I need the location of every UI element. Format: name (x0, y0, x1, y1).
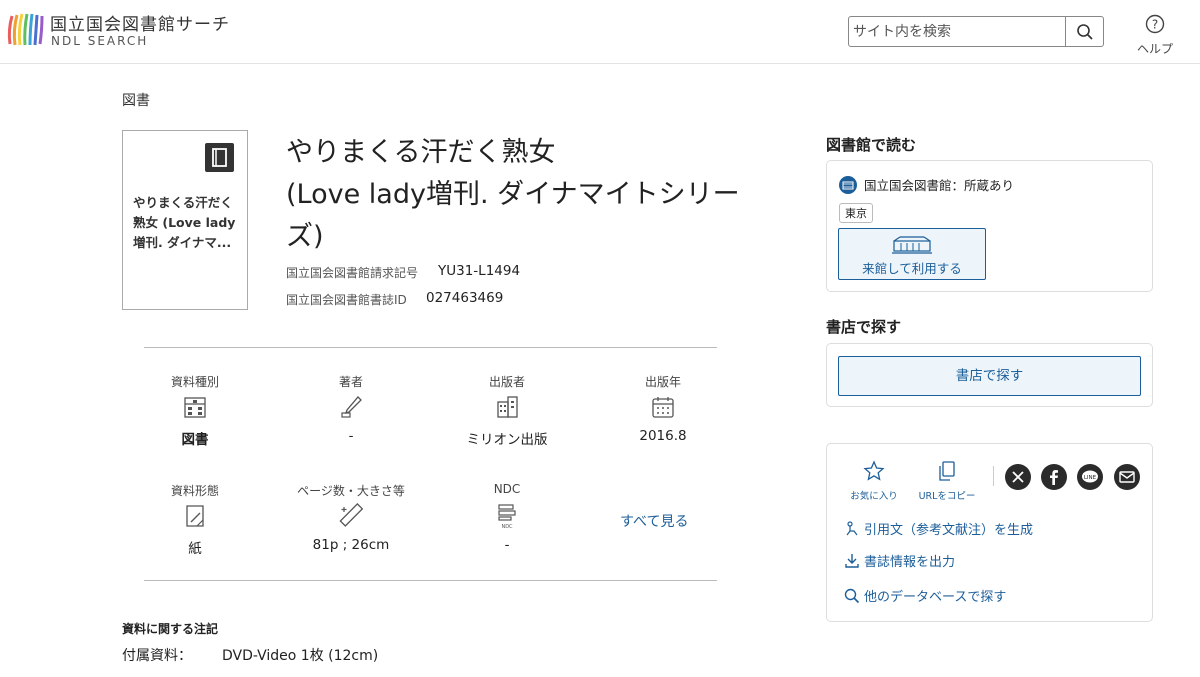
search-button[interactable] (1065, 17, 1103, 46)
detail-pages-size: ページ数・大きさ等 81p ; 26cm (276, 482, 426, 553)
notes-value: DVD-Video 1枚 (12cm) (222, 648, 379, 664)
title-line-1: やりまくる汗だく熟女 (286, 137, 556, 168)
detail-material-type: 資料種別 図書 (120, 373, 270, 448)
copy-icon (939, 461, 955, 481)
detail-author: 著者 - (276, 373, 426, 444)
email-share-button[interactable] (1114, 464, 1140, 490)
ndl-logo-icon[interactable] (6, 10, 46, 50)
svg-text:?: ? (1152, 18, 1158, 32)
bookstore-card: 書店で探す (826, 343, 1153, 407)
generate-citation-label: 引用文（参考文献注）を生成 (864, 523, 1034, 538)
citation-icon (846, 521, 858, 536)
detail-value: ミリオン出版 (466, 432, 548, 448)
site-header: 国立国会図書館サーチ NDL SEARCH ? ヘルプ (0, 0, 1200, 64)
facebook-logo-icon (1050, 470, 1058, 485)
document-icon (186, 505, 204, 527)
detail-label: 資料形態 (170, 484, 219, 498)
line-share-button[interactable]: LINE (1077, 464, 1103, 490)
help-button[interactable]: ? ヘルプ (1132, 14, 1178, 57)
actions-card: お気に入り URLをコピー LINE 引用文（参考文献注）を生成 書誌情報を出力… (826, 443, 1153, 622)
copy-url-label: URLをコピー (918, 491, 976, 502)
mail-icon (1119, 471, 1135, 483)
cover-title: やりまくる汗だく熟女 (Love lady増刊. ダイナマ... (133, 195, 236, 250)
notes-key: 付属資料： (122, 648, 192, 664)
favorite-button[interactable]: お気に入り (842, 460, 906, 502)
detail-label: ページ数・大きさ等 (297, 484, 405, 498)
search-input[interactable] (853, 21, 1063, 43)
book-cover: やりまくる汗だく熟女 (Love lady増刊. ダイナマ... (122, 130, 248, 310)
detail-label: 著者 (338, 375, 363, 389)
export-bibliography-link[interactable]: 書誌情報を出力 (844, 551, 955, 570)
building-icon (184, 397, 206, 418)
detail-publisher: 出版者 ミリオン出版 (432, 373, 582, 448)
help-label: ヘルプ (1136, 42, 1173, 56)
facebook-share-button[interactable] (1041, 464, 1067, 490)
visit-library-label: 来館して利用する (862, 261, 962, 276)
detail-publish-year: 出版年 2016.8 (588, 373, 738, 444)
location-tag: 東京 (839, 203, 873, 223)
call-number-label: 国立国会図書館請求記号 (286, 266, 419, 280)
help-icon: ? (1145, 14, 1165, 34)
biblio-id-label: 国立国会図書館書誌ID (286, 293, 407, 307)
svg-text:NDC: NDC (501, 524, 513, 529)
call-number-value: YU31-L1494 (438, 263, 521, 279)
search-other-databases-link[interactable]: 他のデータベースで探す (844, 586, 1006, 605)
star-icon (863, 460, 885, 481)
favorite-label: お気に入り (850, 491, 898, 502)
ndc-icon: NDC (498, 504, 516, 529)
detail-label: 資料種別 (170, 375, 219, 389)
detail-value: 図書 (181, 432, 209, 448)
divider (144, 580, 717, 581)
download-icon (845, 554, 859, 568)
svg-text:LINE: LINE (1084, 475, 1097, 481)
site-search (848, 16, 1104, 47)
detail-value: 紙 (188, 541, 202, 557)
breadcrumb: 図書 (122, 93, 150, 109)
detail-label: 出版年 (644, 375, 681, 389)
pen-icon (341, 396, 362, 418)
library-card: 国立国会図書館：所蔵あり 東京 来館して利用する (826, 160, 1153, 292)
search-icon (844, 588, 860, 604)
biblio-id-value: 027463469 (426, 290, 504, 306)
copy-url-button[interactable]: URLをコピー (915, 460, 979, 502)
separator (993, 466, 994, 486)
see-all-link[interactable]: すべて見る (620, 511, 688, 531)
bookstore-search-button[interactable]: 書店で探す (838, 356, 1141, 396)
notes-heading: 資料に関する注記 (122, 622, 219, 636)
book-icon (205, 143, 234, 172)
logo-text-jp[interactable]: 国立国会図書館サーチ (50, 10, 230, 35)
library-building-icon (892, 236, 932, 254)
library-icon (839, 176, 857, 194)
detail-ndc: NDC NDC - (432, 482, 582, 553)
detail-value: 2016.8 (639, 428, 687, 444)
ruler-icon (339, 503, 364, 527)
detail-material-form: 資料形態 紙 (120, 482, 270, 557)
x-share-button[interactable] (1005, 464, 1031, 490)
line-logo-icon: LINE (1082, 470, 1098, 483)
search-icon (1076, 23, 1093, 40)
divider (144, 347, 717, 348)
title-line-2: (Love lady増刊. ダイナマイトシリー (286, 179, 740, 210)
bookstore-heading: 書店で探す (826, 318, 902, 336)
library-name: 国立国会図書館：所蔵あり (863, 178, 1014, 193)
read-at-library-heading: 図書館で読む (826, 136, 917, 154)
export-bibliography-label: 書誌情報を出力 (864, 555, 956, 570)
generate-citation-link[interactable]: 引用文（参考文献注）を生成 (844, 519, 1033, 538)
calendar-icon (652, 397, 674, 418)
detail-value: - (504, 537, 510, 553)
detail-label: 出版者 (488, 375, 525, 389)
visit-library-button[interactable]: 来館して利用する (838, 228, 986, 280)
title-line-3: ズ) (286, 221, 324, 252)
detail-label: NDC (493, 482, 521, 496)
office-building-icon (497, 396, 518, 418)
logo-text-en[interactable]: NDL SEARCH (51, 34, 148, 48)
detail-value: - (348, 428, 354, 444)
search-other-databases-label: 他のデータベースで探す (864, 590, 1007, 605)
detail-value: 81p ; 26cm (312, 537, 390, 553)
x-logo-icon (1012, 471, 1024, 483)
book-title: やりまくる汗だく熟女 (Love lady増刊. ダイナマイトシリー ズ) (286, 132, 786, 258)
library-holding: 国立国会図書館：所蔵あり (839, 175, 1014, 194)
